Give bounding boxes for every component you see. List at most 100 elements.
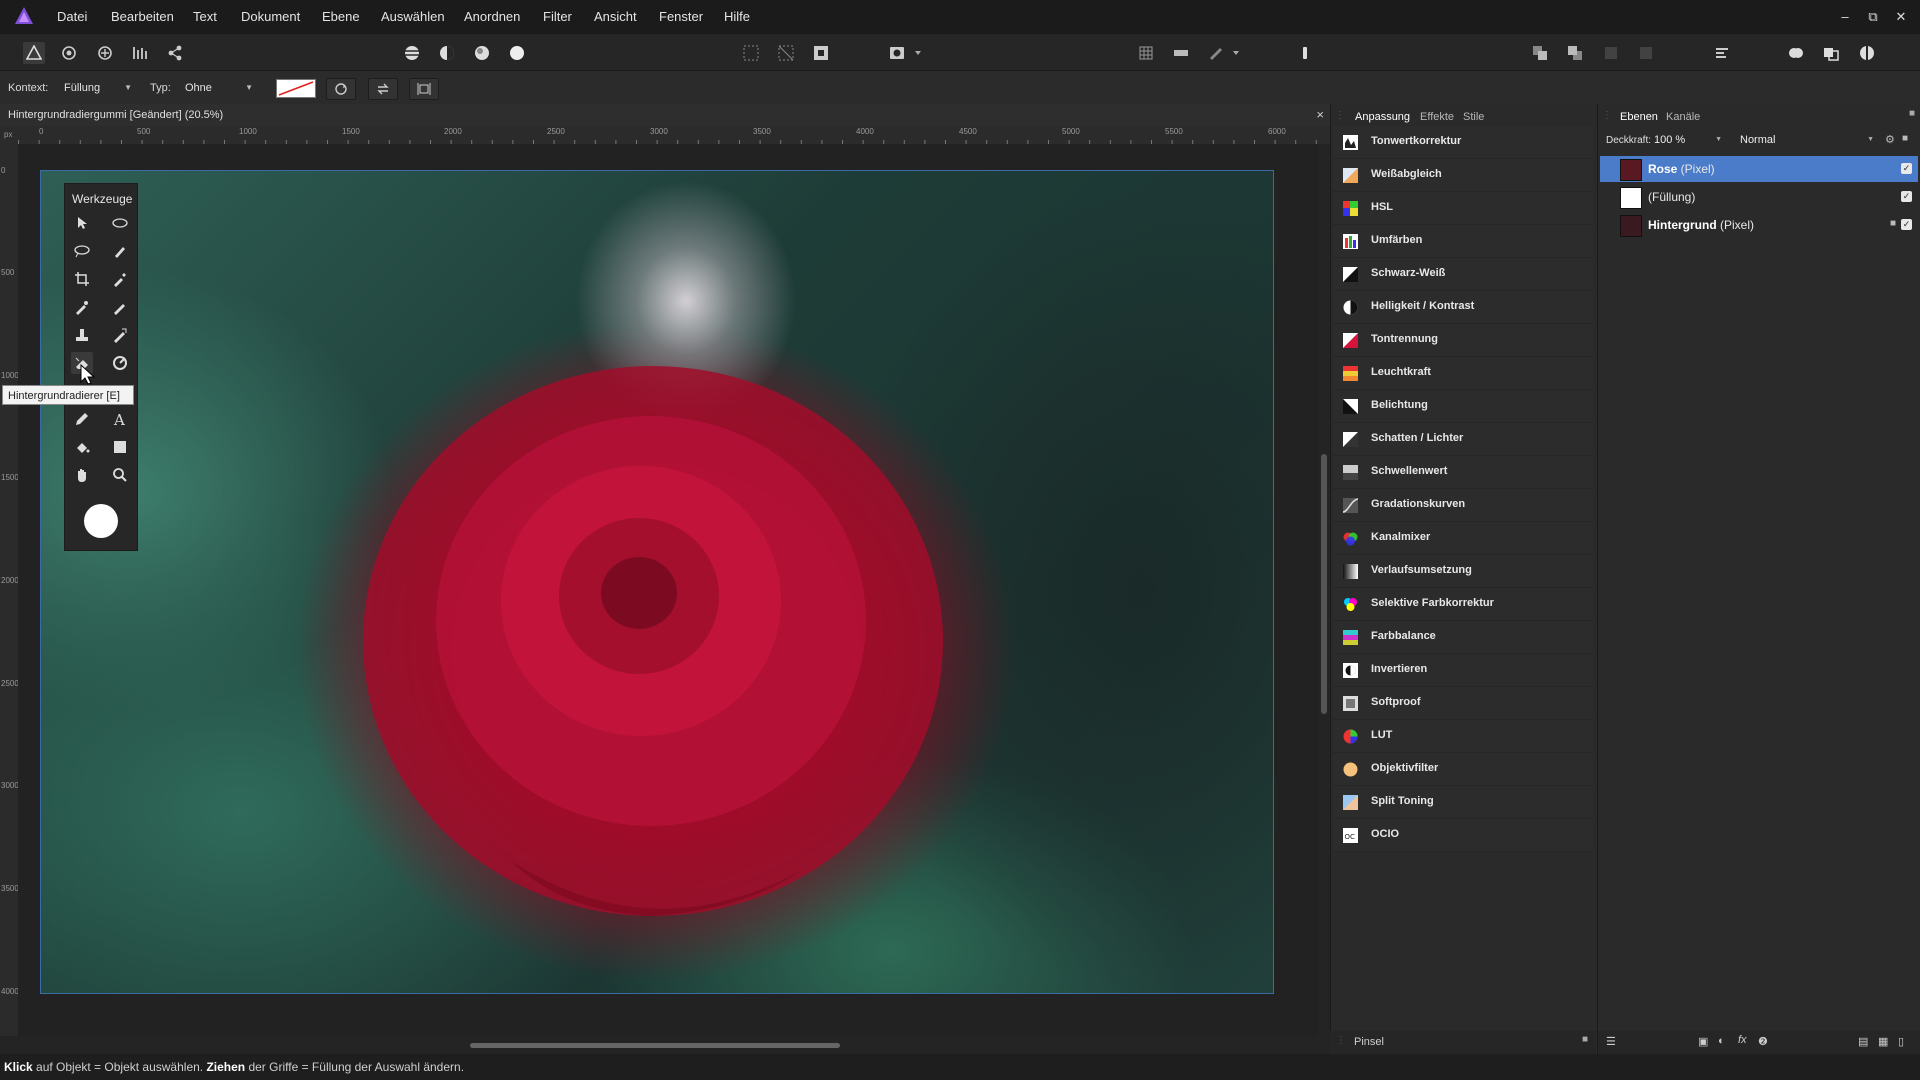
trash-icon[interactable]: ▯: [1898, 1035, 1904, 1048]
adjustment-item[interactable]: Weißabgleich: [1333, 159, 1593, 192]
move-tool-icon[interactable]: [71, 212, 93, 234]
snapping-icon[interactable]: [1170, 42, 1192, 64]
group-folder-icon[interactable]: ▤: [1858, 1035, 1868, 1048]
tab-effekte[interactable]: Effekte: [1420, 111, 1454, 123]
liquify-persona-icon[interactable]: [58, 42, 80, 64]
hand-tool-icon[interactable]: [71, 464, 93, 486]
menu-filter[interactable]: Filter: [543, 9, 572, 24]
freehand-selection-icon[interactable]: [71, 240, 93, 262]
panel-menu-icon[interactable]: ■: [1582, 1034, 1588, 1045]
rose-photo[interactable]: [40, 170, 1274, 994]
adjustment-item[interactable]: OC OCIO: [1333, 819, 1593, 852]
adjustment-item[interactable]: Selektive Farbkorrektur: [1333, 588, 1593, 621]
adjustment-item[interactable]: Helligkeit / Kontrast: [1333, 291, 1593, 324]
auto-contrast-icon[interactable]: [436, 42, 458, 64]
assistant-icon[interactable]: [1205, 42, 1227, 64]
crop-tool-icon[interactable]: [71, 268, 93, 290]
boolean-subtract-icon[interactable]: [1820, 42, 1842, 64]
healing-brush-icon[interactable]: [109, 324, 131, 346]
vertical-ruler[interactable]: 0 500 1000 1500 2000 2500 3000 3500 4000: [0, 144, 19, 1044]
menu-ebene[interactable]: Ebene: [322, 9, 360, 24]
fill-swatch[interactable]: [276, 79, 316, 98]
layer-row-rose[interactable]: Rose (Pixel) ✓: [1600, 156, 1918, 182]
layer-visibility-checkbox[interactable]: ✓: [1901, 191, 1912, 202]
text-tool-icon[interactable]: A: [109, 408, 131, 430]
deselect-icon[interactable]: [775, 42, 797, 64]
adjustment-item[interactable]: Gradationskurven: [1333, 489, 1593, 522]
layer-stack-icon[interactable]: ☰: [1606, 1035, 1616, 1048]
adjustment-item[interactable]: Umfärben: [1333, 225, 1593, 258]
brush-panel-label[interactable]: Pinsel: [1354, 1036, 1384, 1048]
restore-button[interactable]: ⧉: [1862, 6, 1884, 28]
adjustment-item[interactable]: Schwellenwert: [1333, 456, 1593, 489]
clone-brush-icon[interactable]: [71, 324, 93, 346]
blend-mode-dropdown[interactable]: Normal ▼: [1736, 131, 1878, 149]
mask-layer-icon[interactable]: ▣: [1698, 1035, 1708, 1048]
lock-icon[interactable]: ■: [1902, 133, 1908, 144]
pen-tool-icon[interactable]: [71, 408, 93, 430]
lock-icon[interactable]: ■: [1890, 218, 1896, 229]
adjustment-item[interactable]: Invertieren: [1333, 654, 1593, 687]
tone-mapping-persona-icon[interactable]: [129, 42, 151, 64]
context-dropdown[interactable]: Füllung ▼: [60, 79, 136, 97]
rectangle-tool-icon[interactable]: [109, 436, 131, 458]
quick-mask-icon[interactable]: [886, 42, 908, 64]
selection-brush-icon[interactable]: [109, 240, 131, 262]
adjustment-item[interactable]: Schwarz-Weiß: [1333, 258, 1593, 291]
gear-icon[interactable]: ⚙: [1885, 133, 1895, 146]
adjustment-item[interactable]: Leuchtkraft: [1333, 357, 1593, 390]
adjustment-item[interactable]: Schatten / Lichter: [1333, 423, 1593, 456]
menu-dokument[interactable]: Dokument: [241, 9, 300, 24]
adjustment-layer-icon[interactable]: ◐: [1718, 1035, 1725, 1047]
photo-persona-icon[interactable]: [23, 42, 45, 64]
horizontal-ruler[interactable]: 0 500 1000 1500 2000 2500 3000 3500 4000…: [18, 126, 1330, 144]
type-dropdown[interactable]: Ohne ▼: [181, 79, 257, 97]
close-window-button[interactable]: ✕: [1890, 6, 1912, 28]
arrange-back-icon[interactable]: [1529, 42, 1551, 64]
dodge-tool-icon[interactable]: [109, 352, 131, 374]
adjustment-item[interactable]: Softproof: [1333, 687, 1593, 720]
align-icon[interactable]: [1711, 42, 1733, 64]
panel-grip-icon[interactable]: ⋮: [1602, 110, 1612, 121]
adjustment-item[interactable]: Split Toning: [1333, 786, 1593, 819]
selection-rect-icon[interactable]: [740, 42, 762, 64]
adjustment-item[interactable]: Tonwertkorrektur: [1333, 126, 1593, 159]
layer-visibility-checkbox[interactable]: ✓: [1901, 163, 1912, 174]
primary-color-swatch[interactable]: [84, 504, 118, 538]
document-tab[interactable]: Hintergrundradiergummi [Geändert] (20.5%…: [0, 104, 1330, 126]
panel-grip-icon[interactable]: ⋮: [1336, 1035, 1346, 1046]
add-layer-icon[interactable]: ▦: [1878, 1035, 1888, 1048]
export-persona-icon[interactable]: [164, 42, 186, 64]
menu-auswaehlen[interactable]: Auswählen: [381, 9, 445, 24]
tab-ebenen[interactable]: Ebenen: [1620, 111, 1658, 123]
adjustment-item[interactable]: Tontrennung: [1333, 324, 1593, 357]
paint-brush-icon[interactable]: [109, 296, 131, 318]
arrange-backward-icon[interactable]: [1635, 42, 1657, 64]
menu-hilfe[interactable]: Hilfe: [724, 9, 750, 24]
layer-row-background[interactable]: Hintergrund (Pixel) ■ ✓: [1600, 212, 1918, 238]
opacity-field[interactable]: 100 % ▼: [1654, 131, 1724, 149]
adjustment-item[interactable]: Belichtung: [1333, 390, 1593, 423]
panel-grip-icon[interactable]: ⋮: [1335, 110, 1345, 121]
color-picker-icon[interactable]: [109, 268, 131, 290]
horizontal-scrollbar[interactable]: [0, 1036, 1330, 1054]
auto-white-balance-icon[interactable]: [506, 42, 528, 64]
invert-selection-icon[interactable]: [810, 42, 832, 64]
menu-ansicht[interactable]: Ansicht: [594, 9, 637, 24]
vertical-scroll-thumb[interactable]: [1321, 454, 1327, 714]
minimize-button[interactable]: –: [1834, 6, 1856, 28]
quick-mask-dropdown-icon[interactable]: [912, 42, 924, 64]
view-tool-icon[interactable]: [109, 212, 131, 234]
arrange-forward-icon[interactable]: [1600, 42, 1622, 64]
fill-options-button[interactable]: [409, 78, 439, 100]
assistant-dropdown-icon[interactable]: [1230, 42, 1242, 64]
rotate-fill-button[interactable]: [368, 78, 398, 100]
adjustment-item[interactable]: Kanalmixer: [1333, 522, 1593, 555]
menu-fenster[interactable]: Fenster: [659, 9, 703, 24]
layer-row-fill[interactable]: (Füllung) ✓: [1600, 184, 1918, 210]
develop-persona-icon[interactable]: [94, 42, 116, 64]
vertical-scrollbar[interactable]: [1318, 144, 1330, 1036]
arrange-front-icon[interactable]: [1564, 42, 1586, 64]
boolean-add-icon[interactable]: [1785, 42, 1807, 64]
adjustment-item[interactable]: HSL: [1333, 192, 1593, 225]
